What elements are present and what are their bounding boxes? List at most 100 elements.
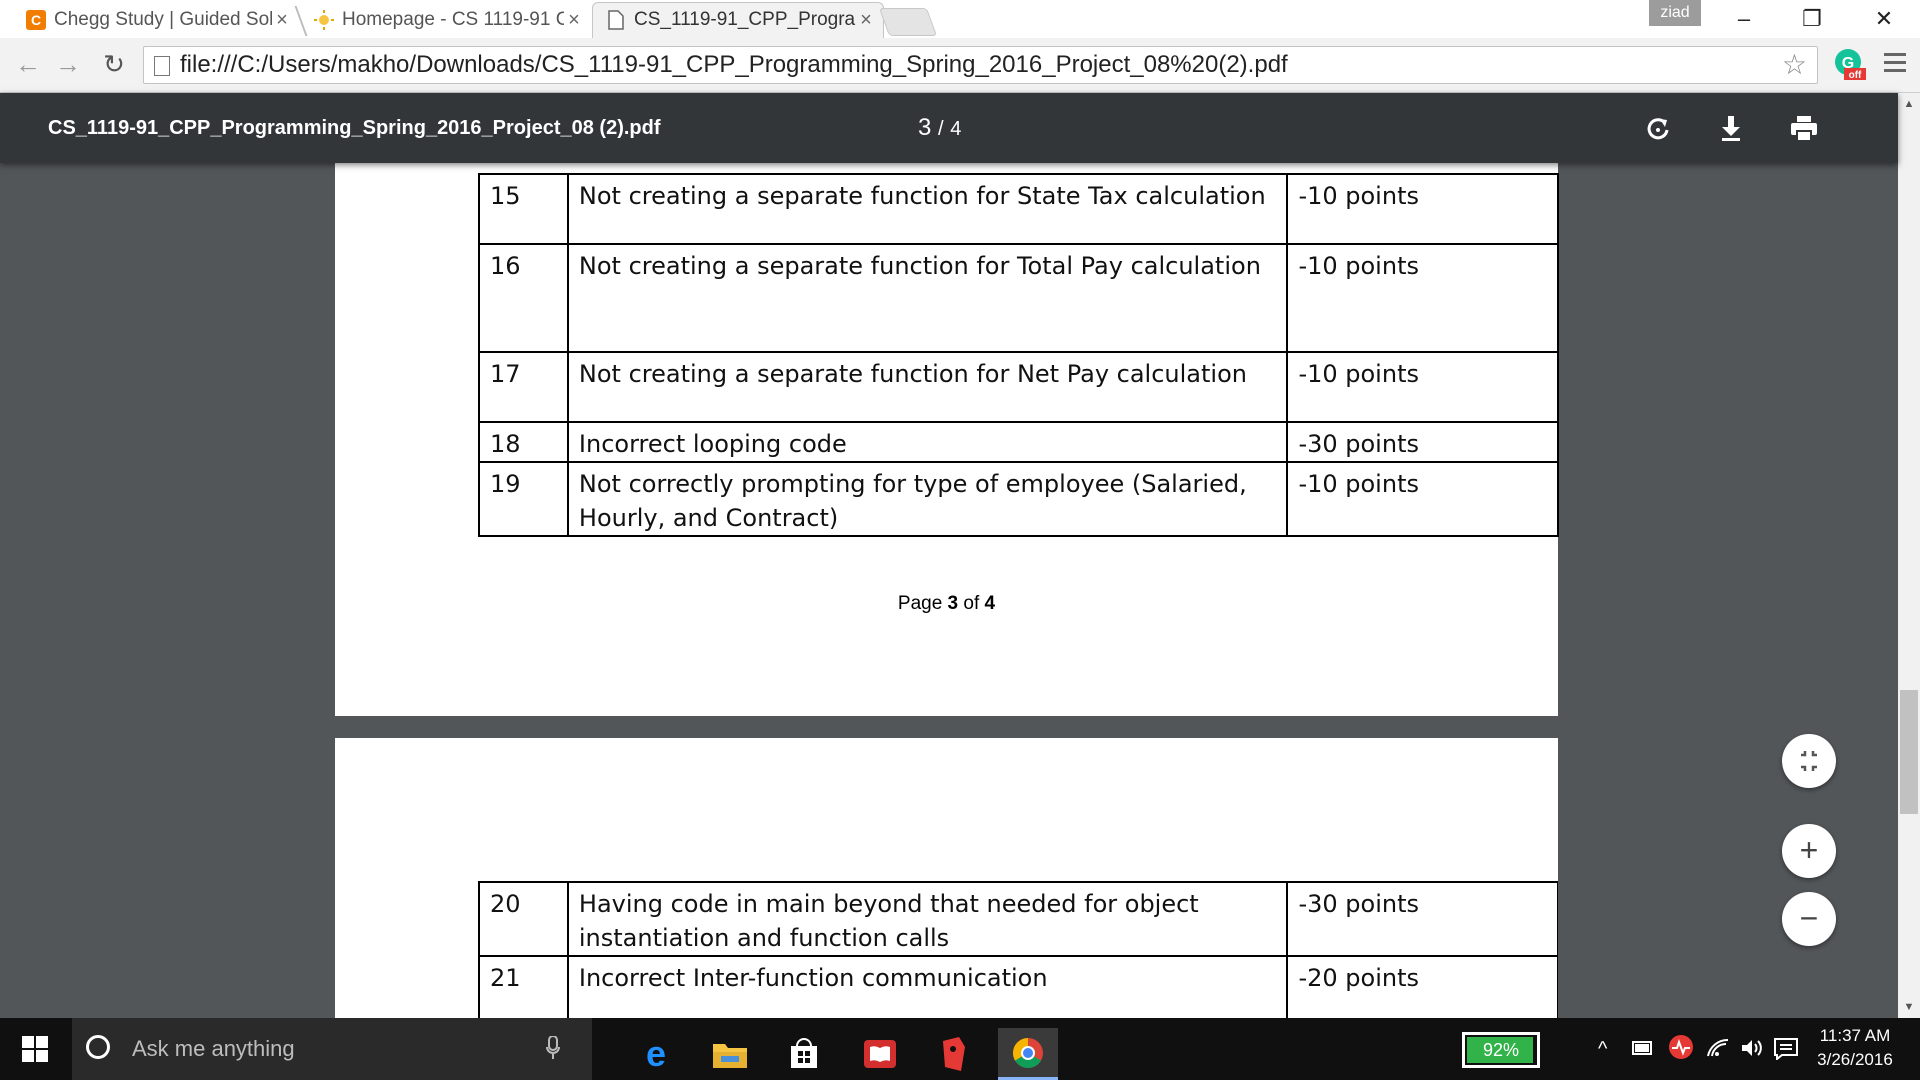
row-description: Incorrect looping code: [566, 421, 1289, 463]
sun-icon: [314, 10, 334, 30]
app-icon[interactable]: [924, 1028, 984, 1080]
url-text: file:///C:/Users/makho/Downloads/CS_1119…: [180, 51, 1288, 78]
scroll-up-icon[interactable]: ▲: [1898, 95, 1920, 113]
table-row: 18 Incorrect looping code -30 points: [478, 421, 1559, 463]
tab-pdf-active[interactable]: CS_1119-91_CPP_Program ×: [606, 2, 876, 38]
page-icon: [154, 56, 170, 76]
table-row: 21 Incorrect Inter-function communicatio…: [478, 955, 1558, 1018]
battery-indicator[interactable]: 92%: [1462, 1032, 1540, 1068]
row-description: Not creating a separate function for Sta…: [566, 173, 1289, 245]
vertical-scrollbar[interactable]: [1898, 93, 1920, 1018]
table-row: 20 Having code in main beyond that neede…: [478, 881, 1558, 957]
row-points: -10 points: [1286, 351, 1559, 423]
row-points: -30 points: [1286, 421, 1559, 463]
row-number: 18: [478, 421, 569, 463]
cortana-icon: [86, 1035, 110, 1059]
page-footer: Page 3 of 4: [335, 593, 1558, 615]
grammarly-extension-icon[interactable]: Goff: [1834, 48, 1866, 81]
row-number: 15: [478, 173, 569, 245]
row-points: -30 points: [1286, 881, 1558, 957]
table-row: 15 Not creating a separate function for …: [478, 173, 1559, 245]
chegg-icon: C: [26, 10, 46, 30]
rubric-table: 20 Having code in main beyond that neede…: [478, 881, 1558, 1018]
footer-total: 4: [984, 593, 996, 614]
back-arrow-icon[interactable]: ←: [10, 46, 46, 82]
row-description: Not creating a separate function for Net…: [566, 351, 1289, 423]
current-page-input[interactable]: 3: [918, 114, 931, 141]
system-clock[interactable]: 11:37 AM 3/26/2016: [1800, 1024, 1910, 1072]
action-center-icon[interactable]: [1774, 1038, 1798, 1066]
tab-homepage[interactable]: Homepage - CS 1119-91 C ×: [314, 2, 584, 38]
zoom-out-button[interactable]: −: [1782, 892, 1836, 946]
profile-button[interactable]: ziad: [1649, 0, 1701, 26]
close-tab-icon[interactable]: ×: [856, 9, 876, 32]
chrome-icon[interactable]: [998, 1028, 1058, 1080]
fit-to-page-button[interactable]: [1782, 734, 1836, 788]
tab-chegg[interactable]: C Chegg Study | Guided Soli ×: [22, 2, 292, 38]
footer-mid: of: [958, 593, 985, 614]
new-tab-button[interactable]: [878, 8, 938, 36]
document-icon: [606, 10, 626, 30]
tab-strip: C Chegg Study | Guided Soli × Homepage -…: [0, 0, 1920, 41]
close-window-icon[interactable]: ✕: [1856, 0, 1912, 38]
tab-separator: [294, 6, 308, 36]
restore-icon[interactable]: ❐: [1784, 0, 1840, 38]
close-tab-icon[interactable]: ×: [564, 9, 584, 32]
close-tab-icon[interactable]: ×: [272, 9, 292, 32]
minimize-icon[interactable]: –: [1716, 0, 1772, 38]
row-points: -10 points: [1286, 461, 1559, 537]
scrollbar-thumb[interactable]: [1900, 690, 1918, 814]
row-points: -20 points: [1286, 955, 1558, 1018]
reload-icon[interactable]: ↻: [96, 46, 132, 82]
footer-prefix: Page: [897, 593, 948, 614]
row-number: 20: [478, 881, 569, 957]
pdf-toolbar: CS_1119-91_CPP_Programming_Spring_2016_P…: [0, 93, 1898, 163]
windows-start-icon[interactable]: [22, 1036, 48, 1062]
row-description: Incorrect Inter-function communication: [566, 955, 1289, 1018]
row-description: Not creating a separate function for Tot…: [566, 243, 1289, 353]
table-row: 17 Not creating a separate function for …: [478, 351, 1559, 423]
battery-percent: 92%: [1482, 1040, 1520, 1060]
file-explorer-icon[interactable]: [700, 1028, 760, 1080]
row-number: 17: [478, 351, 569, 423]
row-points: -10 points: [1286, 243, 1559, 353]
download-icon[interactable]: [1713, 110, 1749, 146]
pdf-page-4: 20 Having code in main beyond that neede…: [335, 738, 1558, 1018]
row-description: Not correctly prompting for type of empl…: [566, 461, 1289, 537]
pdf-title: CS_1119-91_CPP_Programming_Spring_2016_P…: [48, 117, 661, 139]
address-bar[interactable]: file:///C:/Users/makho/Downloads/CS_1119…: [143, 46, 1818, 84]
page-separator: /: [938, 118, 944, 140]
show-hidden-icons-chevron[interactable]: ^: [1598, 1038, 1607, 1061]
row-number: 21: [478, 955, 569, 1018]
row-description: Having code in main beyond that needed f…: [566, 881, 1289, 957]
bookmark-star-icon[interactable]: ☆: [1782, 47, 1807, 83]
reader-book-icon[interactable]: [850, 1028, 910, 1080]
clock-date: 3/26/2016: [1817, 1050, 1893, 1069]
store-icon[interactable]: [774, 1028, 834, 1080]
pdf-page-3: 15 Not creating a separate function for …: [335, 163, 1559, 716]
row-points: -10 points: [1286, 173, 1559, 245]
table-row: 19 Not correctly prompting for type of e…: [478, 461, 1559, 537]
microphone-icon[interactable]: [546, 1035, 560, 1060]
forward-arrow-icon[interactable]: →: [50, 46, 86, 82]
rubric-table: 15 Not creating a separate function for …: [478, 173, 1559, 537]
tab-title: Chegg Study | Guided Soli: [54, 9, 272, 30]
row-number: 16: [478, 243, 569, 353]
wifi-icon[interactable]: [1706, 1038, 1730, 1064]
rotate-icon[interactable]: [1640, 110, 1676, 146]
svg-text:e: e: [646, 1038, 666, 1070]
volume-icon[interactable]: [1740, 1038, 1764, 1064]
print-icon[interactable]: [1786, 110, 1822, 146]
menu-icon[interactable]: [1882, 48, 1908, 80]
zoom-in-button[interactable]: +: [1782, 824, 1836, 878]
battery-tray-icon[interactable]: [1632, 1038, 1654, 1061]
cortana-search-box[interactable]: Ask me anything: [72, 1018, 592, 1080]
antivirus-icon[interactable]: [1668, 1034, 1694, 1066]
total-pages: 4: [950, 118, 962, 140]
extension-badge: off: [1849, 70, 1862, 80]
browser-toolbar: ← → ↻ file:///C:/Users/makho/Downloads/C…: [0, 38, 1920, 93]
edge-icon[interactable]: e: [626, 1028, 686, 1080]
tab-title: CS_1119-91_CPP_Program: [634, 9, 856, 30]
clock-time: 11:37 AM: [1819, 1026, 1891, 1045]
scroll-down-icon[interactable]: ▼: [1898, 998, 1920, 1016]
